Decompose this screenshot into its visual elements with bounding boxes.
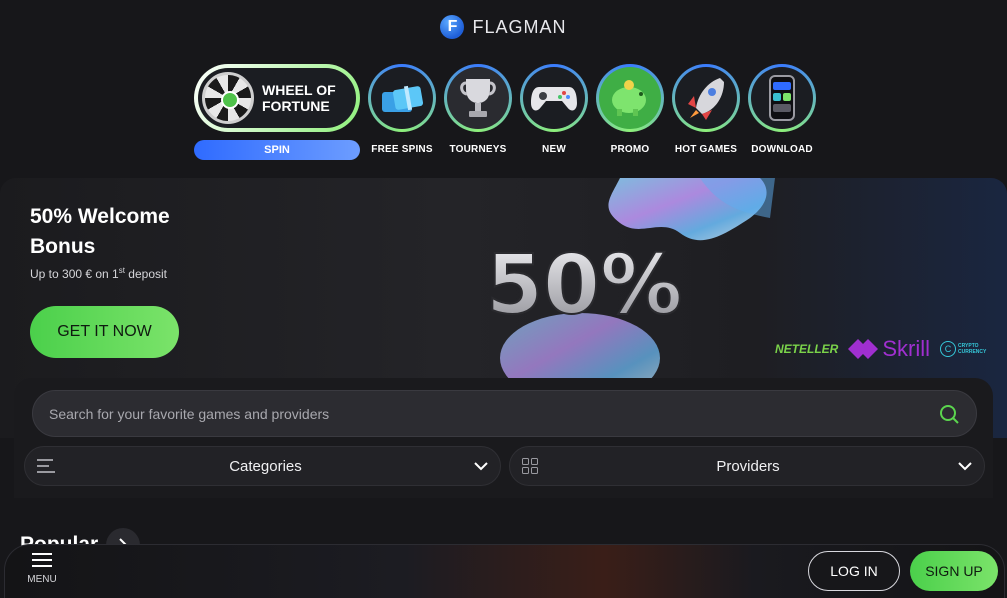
gift-icon xyxy=(382,85,424,112)
spin-button[interactable]: SPIN xyxy=(194,140,360,160)
wheel-of-fortune-card[interactable]: WHEEL OF FORTUNE SPIN xyxy=(194,64,360,160)
logo-text: FLAGMAN xyxy=(472,16,567,37)
category-tourneys[interactable]: TOURNEYS xyxy=(444,64,512,155)
rocket-icon xyxy=(688,78,724,120)
neteller-logo: NETELLER xyxy=(775,342,839,356)
categories-label: Categories xyxy=(229,457,302,475)
grid-icon xyxy=(522,458,538,474)
get-it-now-button[interactable]: GET IT NOW xyxy=(30,306,179,358)
chevron-down-icon xyxy=(958,462,972,471)
payment-methods: NETELLER Skrill C CRYPTO CURRENCY xyxy=(775,336,986,362)
category-label: HOT GAMES xyxy=(674,144,738,155)
search-bar[interactable] xyxy=(32,390,977,437)
categories-dropdown[interactable]: Categories xyxy=(24,446,501,486)
fortune-wheel-icon xyxy=(202,72,254,124)
category-new[interactable]: NEW xyxy=(520,64,588,155)
search-icon[interactable] xyxy=(938,403,960,425)
category-hot-games[interactable]: HOT GAMES xyxy=(672,64,740,155)
category-row: WHEEL OF FORTUNE SPIN FREE SPINS TOURNEY… xyxy=(194,64,816,160)
list-icon xyxy=(37,459,55,473)
category-label: TOURNEYS xyxy=(449,144,507,155)
crypto-currency-logo: C CRYPTO CURRENCY xyxy=(940,341,986,357)
bonus-title: 50% Welcome Bonus xyxy=(30,205,170,258)
crypto-coin-icon: C xyxy=(940,341,957,357)
logo-badge-icon: F xyxy=(440,15,465,39)
skrill-diamond-icon xyxy=(848,339,879,359)
category-promo[interactable]: PROMO xyxy=(596,64,664,155)
phone-icon xyxy=(769,75,795,121)
providers-label: Providers xyxy=(716,457,780,475)
category-label: DOWNLOAD xyxy=(751,144,813,155)
providers-dropdown[interactable]: Providers xyxy=(509,446,985,486)
bonus-artwork-image: 50% xyxy=(485,178,775,378)
wheel-of-fortune-tile[interactable]: WHEEL OF FORTUNE xyxy=(194,64,360,132)
wheel-title: WHEEL OF FORTUNE xyxy=(262,82,336,114)
chevron-down-icon xyxy=(474,462,488,471)
category-download[interactable]: DOWNLOAD xyxy=(748,64,816,155)
search-input[interactable] xyxy=(49,405,938,422)
category-label: PROMO xyxy=(610,144,650,155)
log-in-button[interactable]: LOG IN xyxy=(808,551,900,591)
category-label: FREE SPINS xyxy=(371,144,433,155)
fifty-percent-art-text: 50% xyxy=(486,238,682,333)
category-label: NEW xyxy=(542,144,566,155)
trophy-icon xyxy=(460,79,496,117)
piggy-bank-icon xyxy=(612,80,646,116)
brand-logo[interactable]: F FLAGMAN xyxy=(0,15,1007,39)
sign-up-button[interactable]: SIGN UP xyxy=(910,551,998,591)
category-free-spins[interactable]: FREE SPINS xyxy=(368,64,436,155)
menu-label: MENU xyxy=(27,574,57,585)
skrill-logo: Skrill xyxy=(848,336,930,362)
hamburger-menu-icon xyxy=(32,553,52,567)
bonus-subtitle: Up to 300 € on 1st deposit xyxy=(30,266,167,281)
gamepad-icon xyxy=(531,87,577,111)
menu-button[interactable]: MENU xyxy=(22,552,62,592)
